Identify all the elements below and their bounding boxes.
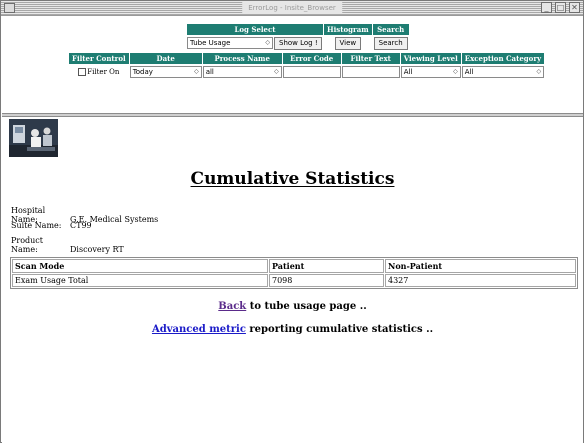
statistics-table: Scan Mode Patient Non-Patient Exam Usage…: [10, 257, 578, 289]
process-name-header: Process Name: [202, 53, 282, 64]
table-row: Exam Usage Total 7098 4327: [12, 274, 576, 287]
log-select-table: Log Select Histogram Search Tube Usage ◇…: [186, 23, 410, 51]
error-code-input[interactable]: [282, 66, 341, 78]
table-cell: Exam Usage Total: [12, 274, 268, 287]
chevron-down-icon: ◇: [274, 68, 279, 75]
product-name-label: Product Name:: [11, 236, 43, 254]
window-title: ErrorLog - Insite_Browser: [242, 2, 342, 14]
table-cell: 7098: [269, 274, 384, 287]
filter-table: Filter Control Date Process Name Error C…: [68, 52, 545, 80]
column-header: Non-Patient: [385, 259, 576, 273]
column-header: Scan Mode: [12, 259, 268, 273]
viewing-level-header: Viewing Level: [400, 53, 461, 64]
info-suite: Suite Name: CT99: [11, 221, 92, 230]
search-button[interactable]: Search: [373, 36, 408, 50]
scanner-room-photo: [9, 119, 58, 157]
content-frame: Cumulative Statistics Hospital Name: G.E.…: [2, 117, 583, 443]
exception-category-dropdown[interactable]: All ◇: [461, 66, 545, 78]
suite-name-value: CT99: [70, 221, 92, 230]
minimize-button[interactable]: _: [541, 2, 552, 13]
advanced-text: reporting cumulative statistics ..: [245, 324, 434, 335]
filter-control-header: Filter Control: [69, 53, 129, 64]
chevron-down-icon: ◇: [194, 68, 199, 75]
histogram-header: Histogram: [324, 24, 372, 35]
advanced-line: Advanced metric reporting cumulative sta…: [2, 324, 583, 335]
date-header: Date: [129, 53, 202, 64]
error-code-header: Error Code: [282, 53, 341, 64]
filter-on-cell: Filter On: [69, 65, 129, 79]
show-log-button[interactable]: Show Log !: [274, 36, 322, 50]
filter-text-header: Filter Text: [341, 53, 400, 64]
table-header-row: Scan Mode Patient Non-Patient: [12, 259, 576, 273]
log-select-header: Log Select: [187, 24, 323, 35]
title-bar[interactable]: ErrorLog - Insite_Browser _ □ ✕: [1, 1, 583, 16]
info-product: Product Name: Discovery RT: [11, 236, 124, 254]
product-name-value: Discovery RT: [70, 245, 124, 254]
back-text: to tube usage page ..: [246, 301, 367, 312]
window-menu-icon[interactable]: [4, 3, 15, 13]
chevron-down-icon: ◇: [265, 39, 270, 46]
control-frame: Log Select Histogram Search Tube Usage ◇…: [2, 17, 583, 113]
chevron-down-icon: ◇: [536, 68, 542, 75]
date-dropdown[interactable]: Today ◇: [129, 66, 202, 78]
maximize-button[interactable]: □: [555, 2, 566, 13]
chevron-down-icon: ◇: [453, 68, 458, 75]
page-title: Cumulative Statistics: [190, 169, 395, 189]
viewing-level-dropdown[interactable]: All ◇: [400, 66, 461, 78]
suite-name-label: Suite Name:: [11, 221, 62, 230]
exception-category-header: Exception Category: [461, 53, 545, 64]
view-button[interactable]: View: [334, 36, 362, 50]
advanced-metric-link[interactable]: Advanced metric: [152, 324, 246, 335]
log-select-dropdown[interactable]: Tube Usage ◇: [187, 37, 273, 49]
back-link[interactable]: Back: [218, 301, 246, 312]
search-header: Search: [372, 24, 409, 35]
column-header: Patient: [269, 259, 384, 273]
browser-window: ErrorLog - Insite_Browser _ □ ✕ Log Sele…: [0, 0, 584, 443]
close-button[interactable]: ✕: [569, 2, 580, 13]
back-line: Back to tube usage page ..: [2, 301, 583, 312]
process-name-dropdown[interactable]: all ◇: [202, 66, 282, 78]
filter-text-input[interactable]: [341, 66, 400, 78]
table-cell: 4327: [385, 274, 576, 287]
filter-on-checkbox[interactable]: [78, 68, 87, 76]
filter-on-label: Filter On: [87, 68, 120, 76]
